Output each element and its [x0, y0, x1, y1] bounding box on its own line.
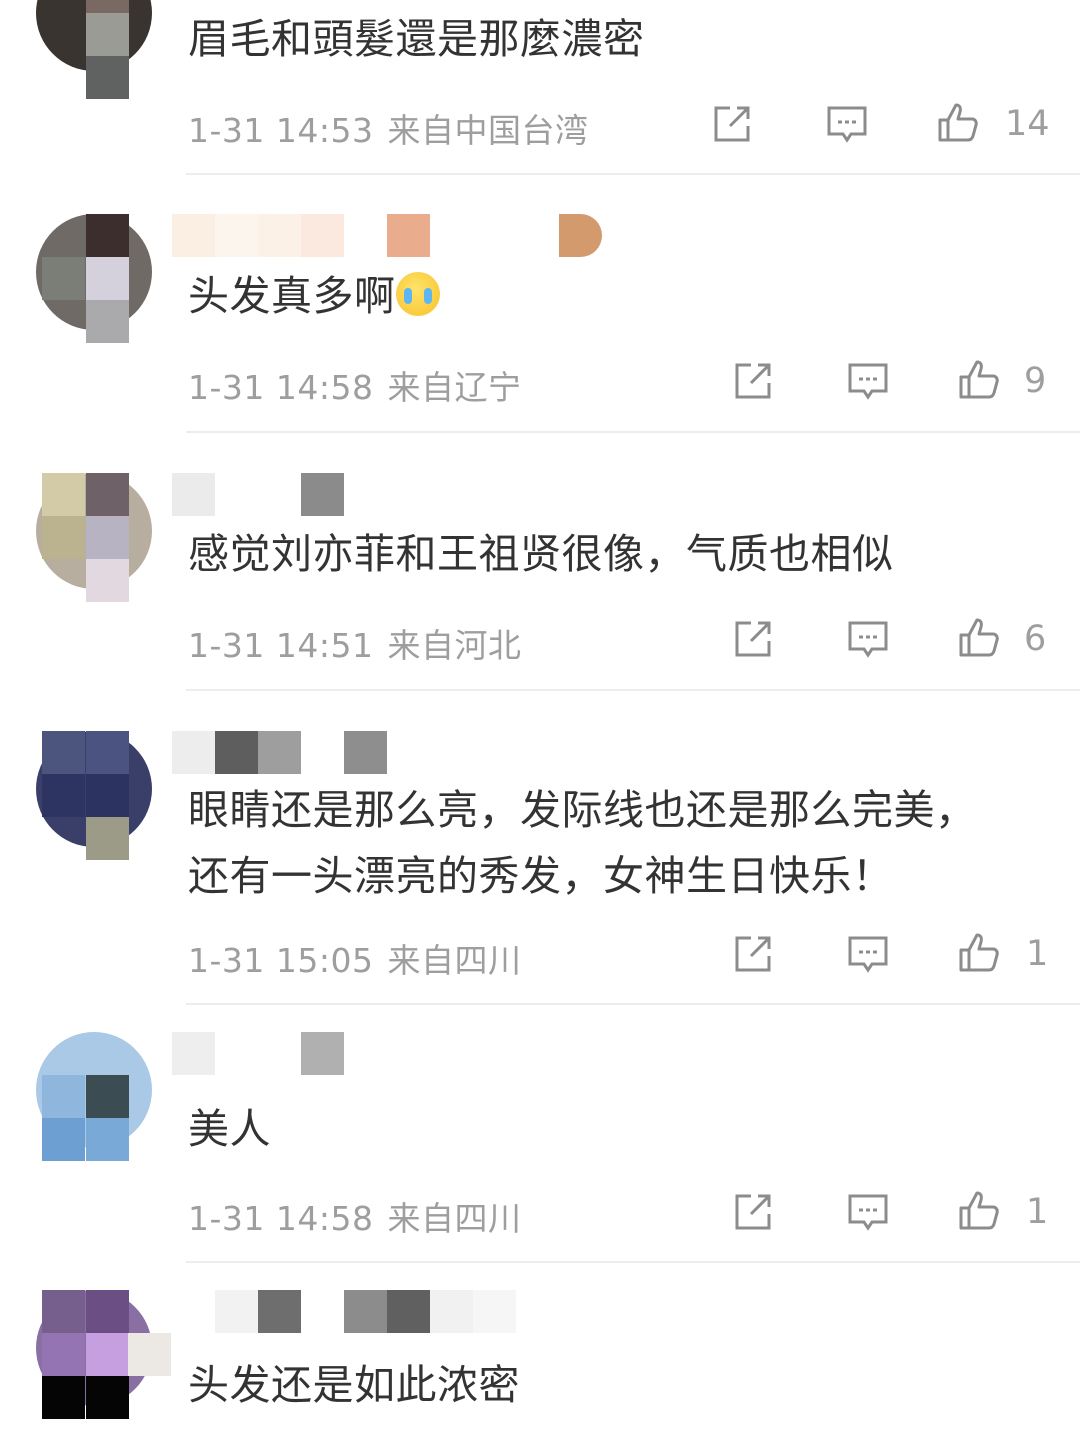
share-icon[interactable]: [710, 102, 754, 146]
share-icon[interactable]: [731, 617, 775, 661]
avatar[interactable]: [36, 214, 152, 344]
like-count: 6: [1024, 619, 1047, 659]
comment-location: 来自四川: [387, 1199, 522, 1238]
divider: [186, 1003, 1080, 1005]
comment-location: 来自辽宁: [387, 368, 522, 407]
comment-text: 头发真多啊: [188, 263, 1048, 329]
username-censored[interactable]: [172, 473, 612, 517]
crying-face-emoji: [395, 272, 440, 316]
comment-text: 感觉刘亦菲和王祖贤很像，气质也相似: [188, 530, 894, 578]
thumbs-up-icon[interactable]: [957, 357, 1001, 401]
thumbs-up-icon[interactable]: [957, 615, 1001, 659]
comment-text: 头发还是如此浓密: [188, 1361, 520, 1409]
comment-time: 1-31 14:53: [188, 111, 374, 150]
like-count: 9: [1024, 361, 1047, 401]
avatar[interactable]: [36, 1290, 171, 1420]
avatar[interactable]: [36, 473, 152, 603]
comment-text: 眼睛还是那么亮，发际线也还是那么完美， 还有一头漂亮的秀发，女神生日快乐！: [188, 786, 977, 900]
comment-text: 眉毛和頭髮還是那麼濃密: [188, 15, 645, 63]
divider: [186, 173, 1080, 175]
comment-icon[interactable]: [846, 1190, 890, 1234]
like-count: 1: [1026, 934, 1049, 974]
avatar[interactable]: [36, 731, 152, 861]
thumbs-up-icon[interactable]: [957, 1188, 1001, 1232]
comment-icon[interactable]: [825, 102, 869, 146]
comment-icon[interactable]: [846, 932, 890, 976]
username-censored[interactable]: [172, 731, 612, 775]
comment-time: 1-31 14:58: [188, 368, 374, 407]
comment-meta: 1-31 14:58 来自辽宁: [188, 361, 522, 409]
avatar[interactable]: [36, 1032, 152, 1162]
comment-meta: 1-31 15:05 来自四川: [188, 934, 522, 982]
thumbs-up-icon[interactable]: [957, 930, 1001, 974]
comment-location: 来自河北: [387, 626, 522, 665]
comment-icon[interactable]: [846, 359, 890, 403]
comment-text: 美人: [188, 1105, 271, 1153]
comment-meta: 1-31 14:53 来自中国台湾: [188, 104, 589, 152]
like-count: 14: [1005, 104, 1050, 144]
avatar[interactable]: [36, 0, 152, 99]
comment-meta: 1-31 14:58 来自四川: [188, 1192, 522, 1240]
comment-location: 来自中国台湾: [387, 111, 589, 150]
share-icon[interactable]: [731, 932, 775, 976]
username-censored[interactable]: [172, 214, 612, 258]
share-icon[interactable]: [731, 359, 775, 403]
username-censored[interactable]: [172, 1032, 612, 1076]
comment-time: 1-31 14:51: [188, 626, 374, 665]
divider: [186, 1261, 1080, 1263]
comment-location: 来自四川: [387, 941, 522, 980]
comment-time: 1-31 15:05: [188, 941, 374, 980]
comment-time: 1-31 14:58: [188, 1199, 374, 1238]
thumbs-up-icon[interactable]: [936, 100, 980, 144]
divider: [186, 689, 1080, 691]
like-count: 1: [1026, 1192, 1049, 1232]
share-icon[interactable]: [731, 1190, 775, 1234]
divider: [186, 431, 1080, 433]
comment-icon[interactable]: [846, 617, 890, 661]
username-censored[interactable]: [172, 1290, 612, 1334]
comment-meta: 1-31 14:51 来自河北: [188, 619, 522, 667]
